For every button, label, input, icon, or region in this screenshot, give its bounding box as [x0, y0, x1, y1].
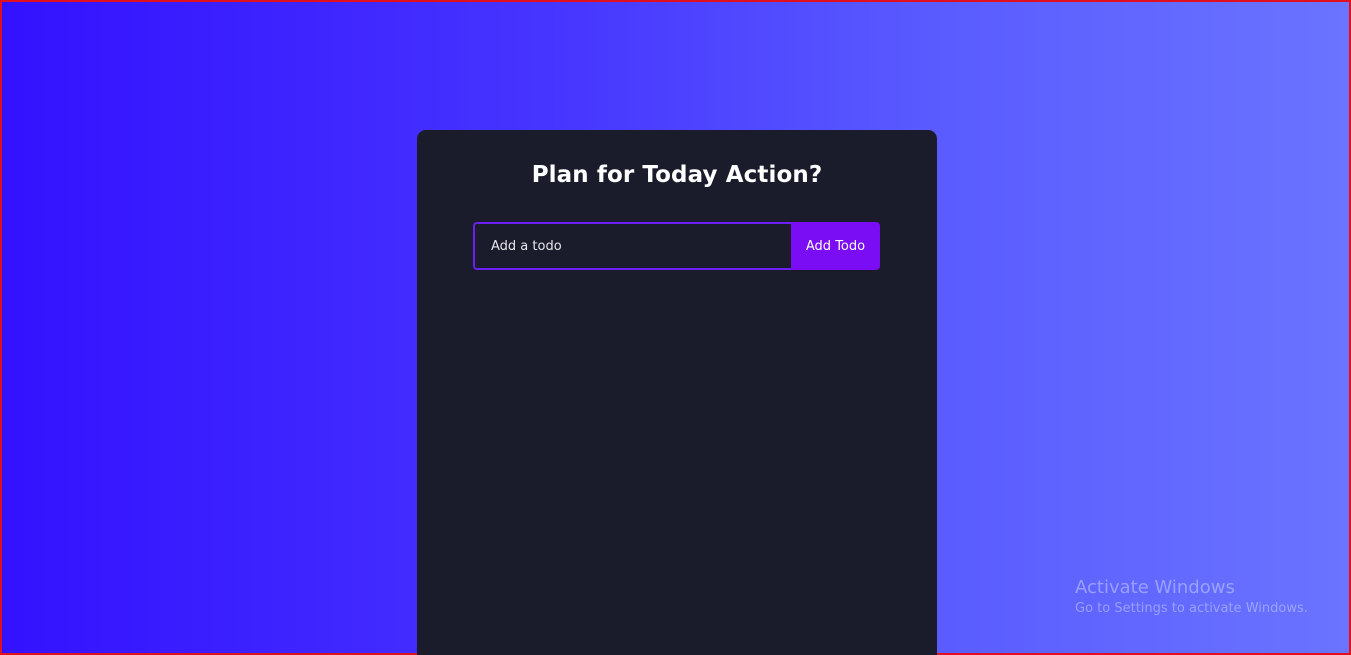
windows-activation-watermark: Activate Windows Go to Settings to activ…	[1075, 577, 1308, 619]
todo-input[interactable]	[473, 222, 791, 270]
page-title: Plan for Today Action?	[531, 162, 823, 188]
watermark-subtitle: Go to Settings to activate Windows.	[1075, 601, 1308, 616]
add-todo-button[interactable]: Add Todo	[791, 222, 880, 270]
todo-card: Plan for Today Action? Add Todo	[417, 130, 937, 655]
watermark-title: Activate Windows	[1075, 577, 1235, 598]
todo-form: Add Todo	[473, 222, 880, 270]
